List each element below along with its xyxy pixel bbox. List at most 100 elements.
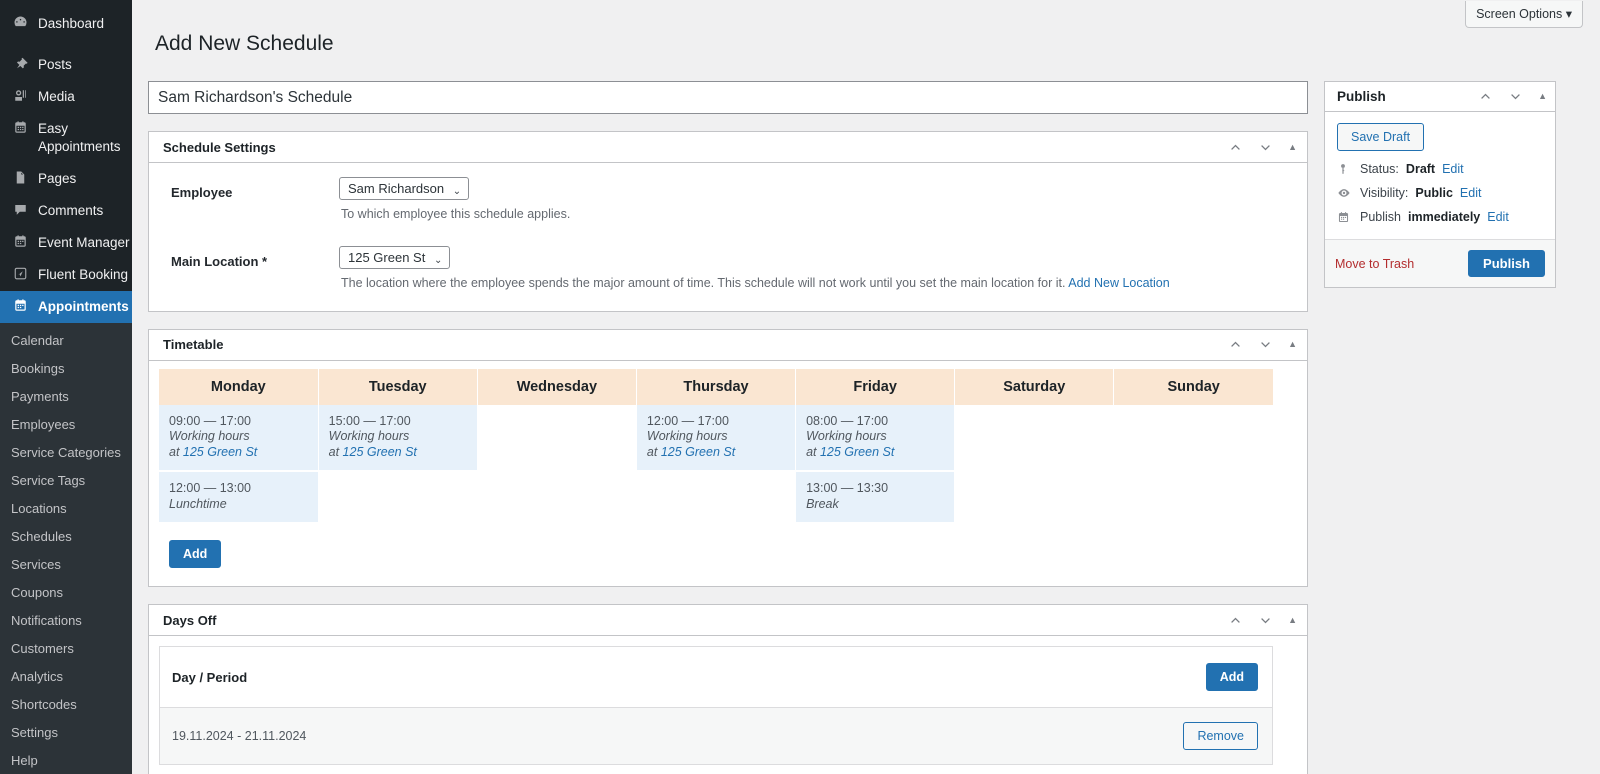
sidebar-item-service-tags[interactable]: Service Tags (0, 467, 132, 495)
visibility-edit-link[interactable]: Edit (1460, 186, 1482, 200)
screen-options-button[interactable]: Screen Options ▾ (1465, 1, 1583, 28)
days-off-add-button[interactable]: Add (1205, 663, 1258, 692)
move-down-icon[interactable] (1258, 338, 1272, 352)
move-up-icon[interactable] (1478, 90, 1492, 104)
sidebar-item-service-categories[interactable]: Service Categories (0, 439, 132, 467)
timetable-cell-wednesday[interactable] (477, 404, 637, 525)
sidebar-item-analytics[interactable]: Analytics (0, 663, 132, 691)
panel-title: Days Off (163, 612, 217, 628)
save-draft-button[interactable]: Save Draft (1337, 123, 1425, 152)
sidebar-label: Payments (11, 389, 69, 404)
day-header-saturday: Saturday (954, 368, 1115, 405)
day-header-tuesday: Tuesday (318, 368, 478, 405)
collapse-toggle-icon[interactable]: ▲ (1288, 142, 1297, 152)
move-up-icon[interactable] (1228, 338, 1242, 352)
entry-location-prefix: at (169, 444, 183, 459)
sidebar-item-easy-appointments[interactable]: Easy Appointments (0, 113, 132, 163)
main-location-row: Main Location * 125 Green St ⌄ The locat… (161, 242, 1295, 299)
sidebar-item-fluent-booking[interactable]: Fluent Booking (0, 259, 132, 291)
sidebar-item-pages[interactable]: Pages (0, 163, 132, 195)
entry-location-name: 125 Green St (819, 444, 895, 459)
move-down-icon[interactable] (1508, 90, 1522, 104)
sidebar-item-settings[interactable]: Settings (0, 719, 132, 747)
sidebar-label: Service Tags (11, 473, 86, 488)
timetable-add-button[interactable]: Add (169, 540, 222, 569)
entry-time: 12:00 — 13:00 (169, 481, 252, 496)
sidebar-item-appointments[interactable]: Appointments (0, 291, 132, 323)
timetable-header-row: Monday Tuesday Wednesday Thursday Friday… (159, 368, 1273, 405)
main-location-select[interactable]: 125 Green St (339, 246, 451, 270)
days-off-add-cell: Add (839, 646, 1273, 709)
sidebar-item-notifications[interactable]: Notifications (0, 607, 132, 635)
sidebar-item-posts[interactable]: Posts (0, 49, 132, 81)
sidebar-item-event-manager[interactable]: Event Manager (0, 227, 132, 259)
days-off-header-row: Day / Period Add (159, 646, 1273, 709)
employee-select[interactable]: Sam Richardson (339, 177, 470, 201)
move-up-icon[interactable] (1228, 613, 1242, 627)
timetable-cell-sunday[interactable] (1114, 405, 1273, 525)
sidebar-item-shortcodes[interactable]: Shortcodes (0, 691, 132, 719)
days-off-remove-button[interactable]: Remove (1183, 722, 1258, 751)
entry-location: at 125 Green St (647, 445, 785, 461)
entry-time: 15:00 — 17:00 (328, 413, 411, 428)
entry-location: at 125 Green St (169, 445, 308, 461)
entry-time: 13:00 — 13:30 (806, 481, 889, 496)
sidebar-label: Settings (11, 725, 58, 740)
panel-title: Publish (1337, 89, 1386, 105)
sidebar-item-calendar[interactable]: Calendar (0, 327, 132, 355)
timetable-cell-saturday[interactable] (954, 404, 1115, 525)
sidebar-label: Schedules (11, 529, 72, 544)
sidebar-label: Easy Appointments (38, 121, 121, 154)
schedule-title-input[interactable] (148, 81, 1308, 115)
sidebar-label: Posts (38, 57, 72, 72)
pin-icon (9, 56, 31, 71)
publish-date-label: Publish (1360, 210, 1401, 225)
sidebar-item-media[interactable]: Media (0, 81, 132, 113)
entry-location: at 125 Green St (806, 445, 944, 461)
timetable-entry[interactable]: 15:00 — 17:00 Working hours at 125 Green… (318, 404, 477, 473)
sidebar-item-bookings[interactable]: Bookings (0, 355, 132, 383)
move-down-icon[interactable] (1258, 140, 1272, 154)
timetable-entry[interactable]: 12:00 — 13:00 Lunchtime (159, 472, 318, 525)
sidebar-item-schedules[interactable]: Schedules (0, 523, 132, 551)
move-down-icon[interactable] (1258, 613, 1272, 627)
status-edit-link[interactable]: Edit (1442, 162, 1464, 176)
sidebar-item-customers[interactable]: Customers (0, 635, 132, 663)
entry-time: 12:00 — 17:00 (646, 413, 729, 428)
timetable-entry[interactable]: 13:00 — 13:30 Break (796, 472, 955, 525)
add-new-location-link[interactable]: Add New Location (1068, 276, 1169, 290)
entry-location-prefix: at (328, 444, 343, 459)
collapse-toggle-icon[interactable]: ▲ (1288, 615, 1297, 625)
timetable-entry[interactable]: 08:00 — 17:00 Working hours at 125 Green… (796, 404, 955, 473)
sidebar-main-menu: Dashboard Posts Media Easy Appointments … (0, 0, 132, 774)
timetable-cell-tuesday: 15:00 — 17:00 Working hours at 125 Green… (318, 404, 478, 525)
collapse-toggle-icon[interactable]: ▲ (1288, 340, 1297, 349)
sidebar-item-employees[interactable]: Employees (0, 411, 132, 439)
sidebar-item-locations[interactable]: Locations (0, 495, 132, 523)
eye-icon (1337, 186, 1353, 200)
day-header-wednesday: Wednesday (477, 368, 637, 405)
sidebar-item-help[interactable]: Help (0, 747, 132, 774)
move-to-trash-link[interactable]: Move to Trash (1335, 257, 1414, 271)
publish-date-edit-link[interactable]: Edit (1487, 210, 1509, 224)
timetable-cell-friday: 08:00 — 17:00 Working hours at 125 Green… (795, 404, 956, 525)
timetable-entry[interactable]: 09:00 — 17:00 Working hours at 125 Green… (159, 404, 318, 473)
status-label: Status: (1360, 162, 1399, 177)
entry-location: at 125 Green St (329, 445, 467, 461)
timetable-entry[interactable]: 12:00 — 17:00 Working hours at 125 Green… (636, 404, 796, 473)
sidebar-item-payments[interactable]: Payments (0, 383, 132, 411)
sidebar-item-comments[interactable]: Comments (0, 195, 132, 227)
sidebar-label: Calendar (11, 333, 64, 348)
move-up-icon[interactable] (1228, 140, 1242, 154)
timetable-row: 09:00 — 17:00 Working hours at 125 Green… (159, 404, 1273, 525)
form-spacer (161, 230, 1295, 242)
publish-panel: Publish ▲ Save Draft Status: Draft Edit … (1324, 81, 1556, 289)
main-location-description-text: The location where the employee spends t… (341, 276, 1066, 291)
screen-options-label: Screen Options (1476, 7, 1563, 21)
publish-button[interactable]: Publish (1468, 250, 1545, 278)
sidebar-item-dashboard[interactable]: Dashboard (0, 8, 132, 40)
sidebar-item-coupons[interactable]: Coupons (0, 579, 132, 607)
collapse-toggle-icon[interactable]: ▲ (1538, 92, 1547, 101)
sidebar-item-services[interactable]: Services (0, 551, 132, 579)
sidebar-label: Appointments (38, 299, 129, 314)
